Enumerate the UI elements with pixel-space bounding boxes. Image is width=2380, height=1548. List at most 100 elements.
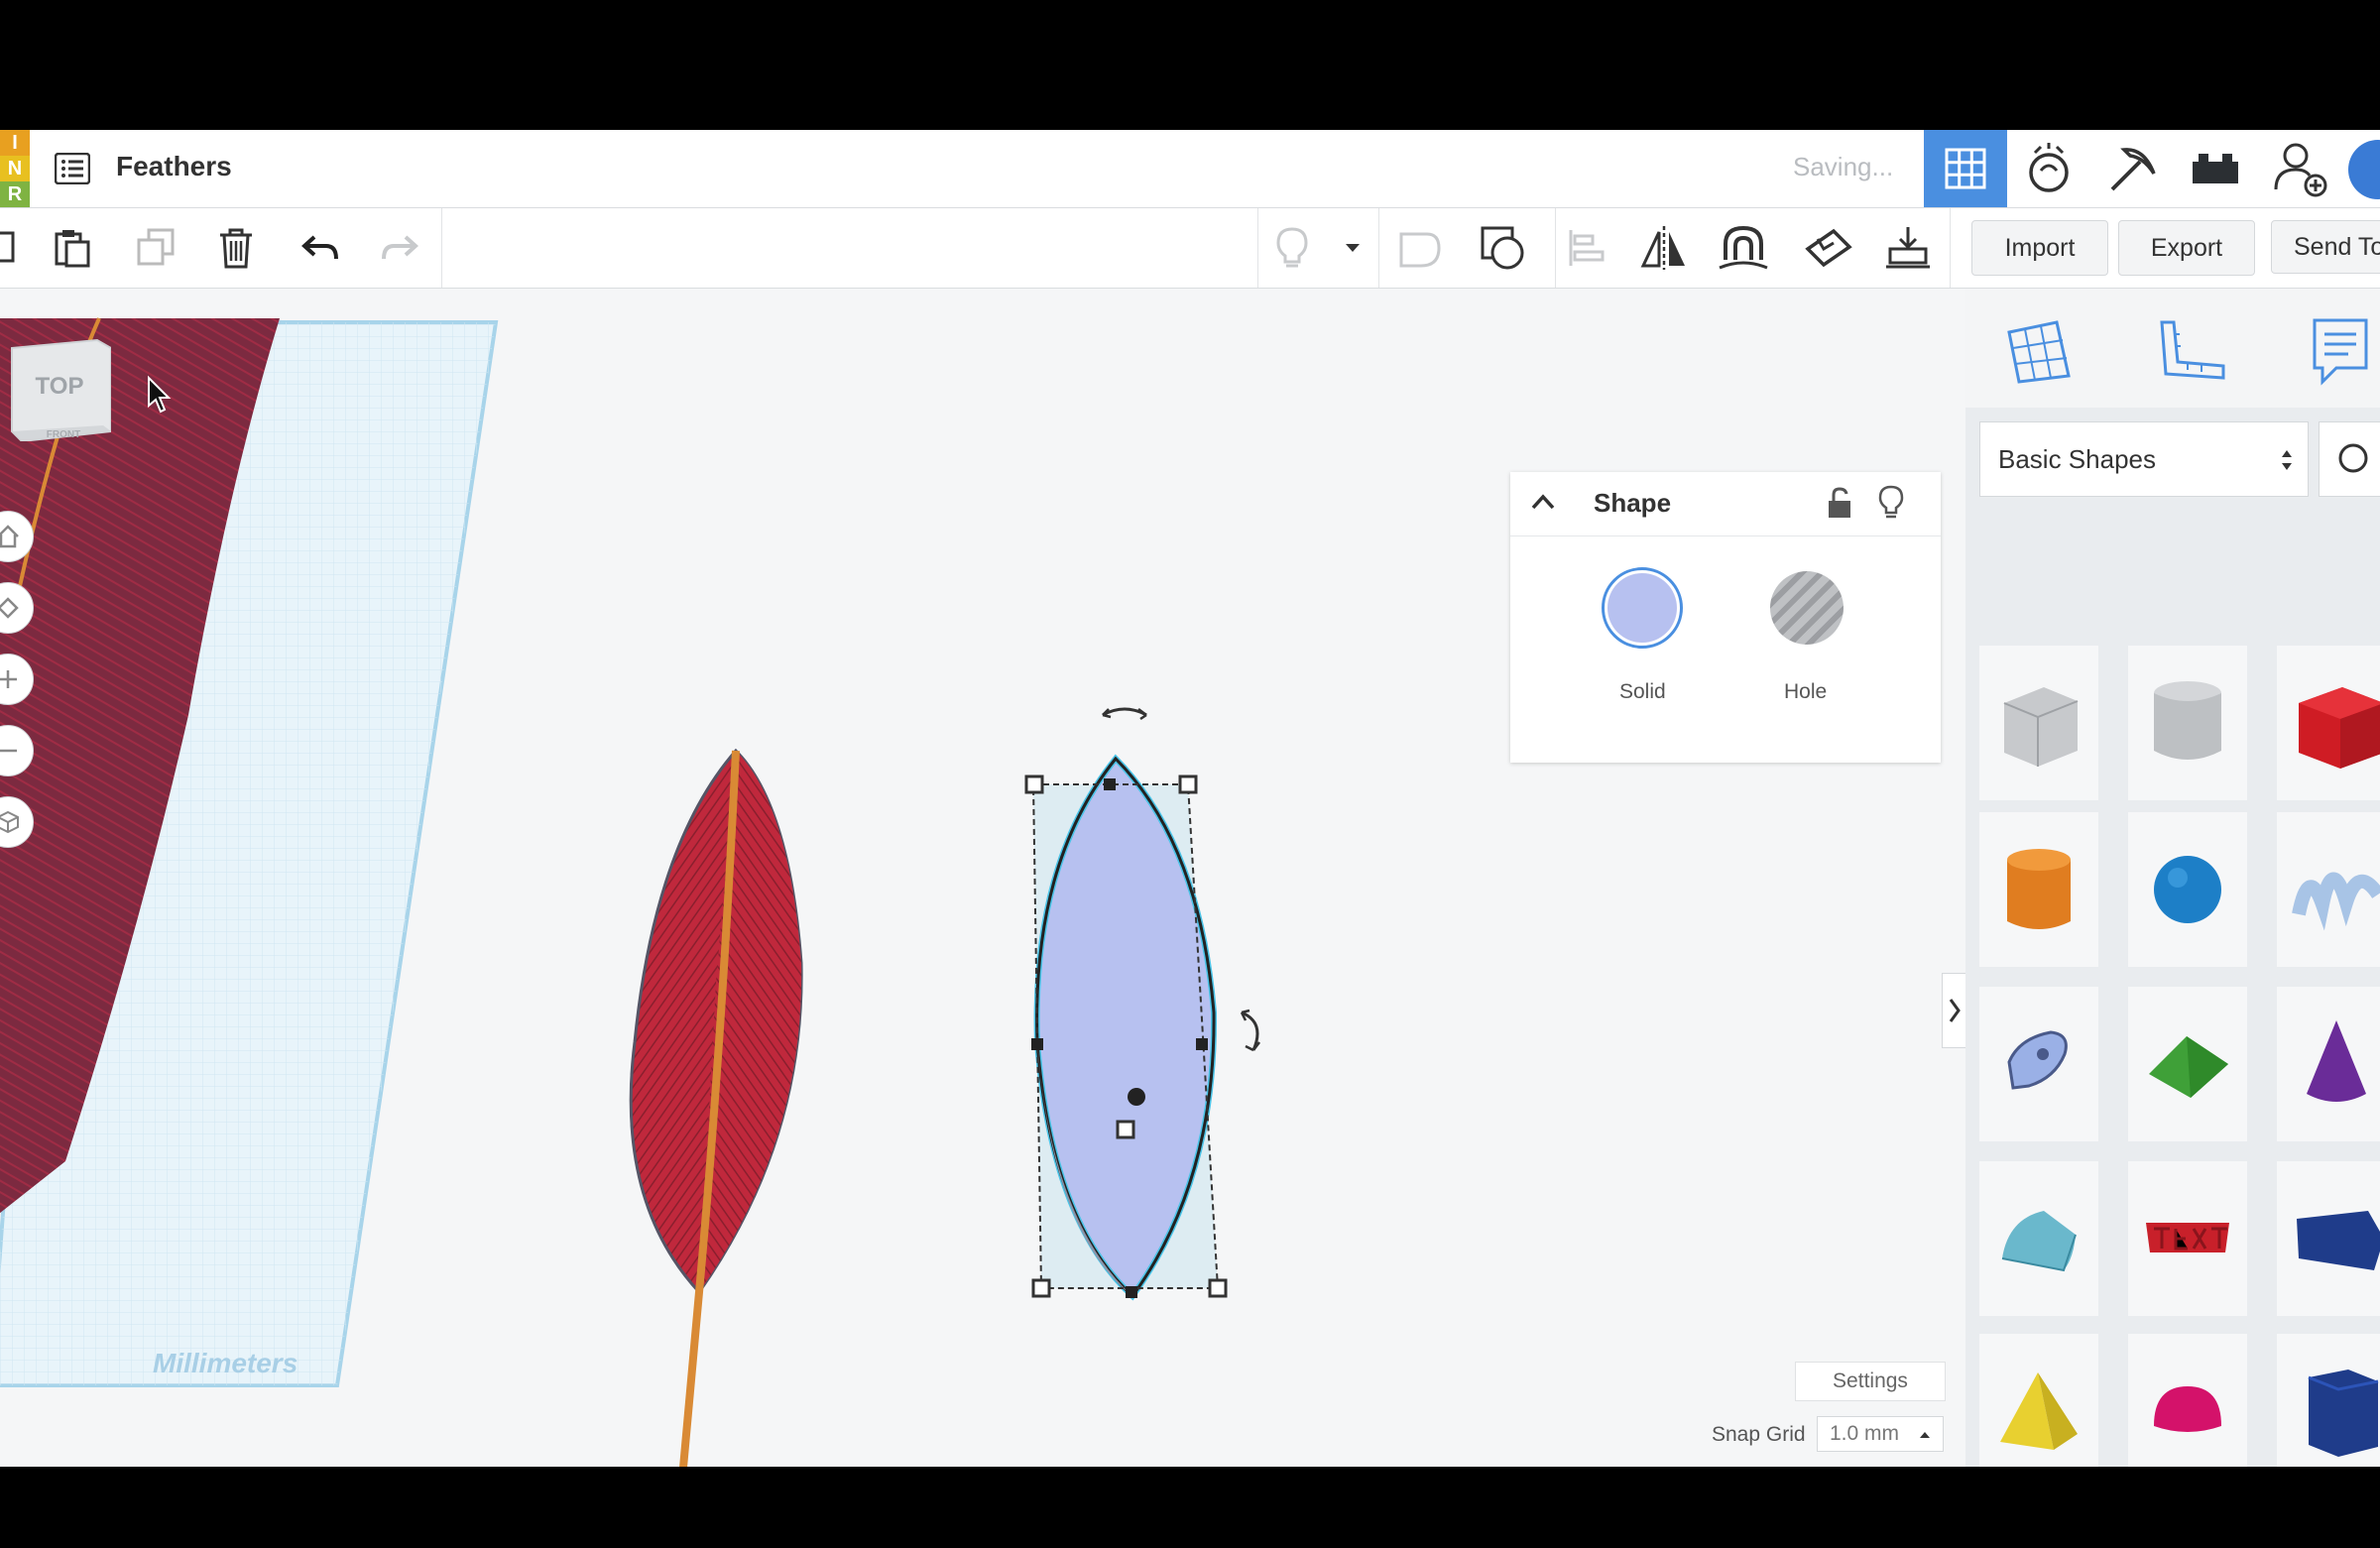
codeblocks-view-button[interactable] <box>2090 130 2174 207</box>
workplane-button[interactable] <box>1801 220 1856 276</box>
undo-icon <box>301 235 338 260</box>
shapes-library-panel: Basic Shapes <box>1965 289 2380 1467</box>
share-user-button[interactable] <box>2259 130 2342 207</box>
shape-tile-round-roof[interactable] <box>1979 1161 2098 1316</box>
undo-button[interactable] <box>293 220 348 276</box>
workplane-grid-icon <box>2007 320 2071 384</box>
mirror-button[interactable] <box>1636 220 1692 276</box>
gallery-icon <box>2029 143 2069 192</box>
settings-button[interactable]: Settings <box>1795 1362 1946 1401</box>
cube-icon <box>0 810 19 834</box>
export-button[interactable]: Export <box>2118 220 2255 276</box>
shape-generator-icon <box>2007 1030 2068 1090</box>
bricks-icon <box>2193 154 2238 183</box>
lock-icon[interactable] <box>1826 486 1855 520</box>
copy-icon <box>0 231 15 263</box>
3d-design-view-button[interactable] <box>1924 130 2007 207</box>
solid-label: Solid <box>1619 680 1666 703</box>
user-avatar[interactable] <box>2348 140 2380 199</box>
solid-color-swatch[interactable] <box>1602 567 1683 649</box>
search-shapes-button[interactable] <box>2319 421 2380 497</box>
caret-down-icon <box>1346 244 1360 252</box>
snap-grid-select[interactable]: 1.0 mm <box>1817 1416 1944 1452</box>
toolbar-divider <box>1257 208 1258 288</box>
visibility-dropdown[interactable] <box>1325 220 1380 276</box>
collapse-panel-button[interactable] <box>1942 973 1966 1048</box>
polygon-icon <box>2308 1369 2379 1457</box>
units-label: Millimeters <box>153 1348 298 1378</box>
magnet-icon <box>1719 225 1768 270</box>
tinkercad-app: I N R Feathers Saving... Import Export S… <box>0 130 2380 1467</box>
shape-panel-header: Shape <box>1510 472 1941 536</box>
align-button[interactable] <box>1559 220 1614 276</box>
toolbar-divider <box>1555 208 1556 288</box>
minus-icon <box>0 749 17 753</box>
redo-button[interactable] <box>372 220 427 276</box>
bricks-view-button[interactable] <box>2174 130 2257 207</box>
mirror-icon <box>1640 226 1685 270</box>
shape-panel-title: Shape <box>1594 488 1672 518</box>
cylinder-icon <box>2007 849 2071 929</box>
view-cube[interactable]: TOP FRONT <box>8 332 112 443</box>
toolbar-divider <box>441 208 442 288</box>
trash-icon <box>220 228 252 269</box>
shape-tile-sphere[interactable] <box>2128 812 2247 967</box>
lightbulb-icon[interactable] <box>1877 484 1905 520</box>
shape-category-select[interactable]: Basic Shapes <box>1979 421 2309 497</box>
list-icon <box>55 153 90 184</box>
note-icon <box>2313 318 2368 386</box>
shape-tile-box-hole[interactable] <box>1979 646 2098 800</box>
workplane-tab[interactable] <box>2005 318 2073 391</box>
import-button[interactable]: Import <box>1971 220 2108 276</box>
shape-tile-half-sphere[interactable] <box>2128 1334 2247 1467</box>
shape-tile-wedge[interactable] <box>2277 1161 2380 1316</box>
ruler-icon <box>2160 320 2225 380</box>
shape-tile-scribble[interactable] <box>2277 812 2380 967</box>
copy-button[interactable] <box>0 220 32 276</box>
shape-tile-polygon[interactable] <box>2277 1334 2380 1467</box>
fit-icon <box>0 597 19 619</box>
drop-to-workplane-icon <box>1886 227 1930 269</box>
snap-grid-value: 1.0 mm <box>1830 1422 1900 1445</box>
chevron-up-icon[interactable] <box>1530 492 1556 512</box>
shape-tile-cone[interactable] <box>2277 987 2380 1141</box>
3d-workplane-canvas[interactable]: TOP FRONT Millimeters Shape Solid Hole S… <box>0 289 1965 1467</box>
box-hole-icon <box>2003 687 2079 767</box>
toolbar-divider <box>1378 208 1379 288</box>
half-sphere-icon <box>2154 1386 2221 1432</box>
viewcube-front-label: FRONT <box>47 429 80 440</box>
shape-tile-roof[interactable] <box>2128 987 2247 1141</box>
blocks-view-button[interactable] <box>2007 130 2090 207</box>
design-menu-button[interactable] <box>52 148 93 189</box>
show-all-button[interactable] <box>1264 220 1320 276</box>
lightbulb-icon <box>1276 227 1308 268</box>
send-to-button[interactable]: Send To <box>2271 220 2380 274</box>
viewcube-top-label: TOP <box>36 373 84 400</box>
caret-up-icon <box>1920 1432 1930 1438</box>
shape-tile-text[interactable] <box>2128 1161 2247 1316</box>
add-user-icon <box>2274 143 2327 197</box>
codeblocks-pickaxe-icon <box>2110 148 2156 191</box>
group-button[interactable] <box>1392 220 1448 276</box>
shape-tile-cylinder-hole[interactable] <box>2128 646 2247 800</box>
ruler-tab[interactable] <box>2156 318 2227 391</box>
round-roof-icon <box>2001 1211 2077 1272</box>
search-icon <box>2338 443 2368 473</box>
cylinder-hole-icon <box>2154 681 2221 760</box>
shape-tile-box[interactable] <box>2277 646 2380 800</box>
delete-button[interactable] <box>208 220 264 276</box>
duplicate-button[interactable] <box>129 220 184 276</box>
scribble-icon <box>2292 872 2380 931</box>
ruler-drop-button[interactable] <box>1880 220 1936 276</box>
redo-icon <box>382 235 418 260</box>
design-title[interactable]: Feathers <box>116 151 232 182</box>
shape-tile-pyramid[interactable] <box>1979 1334 2098 1467</box>
paste-button[interactable] <box>46 220 101 276</box>
cruise-button[interactable] <box>1716 220 1771 276</box>
notes-tab[interactable] <box>2309 316 2372 393</box>
ungroup-button[interactable] <box>1476 220 1531 276</box>
tinkercad-logo[interactable]: I N R <box>0 130 30 207</box>
shape-tile-cylinder[interactable] <box>1979 812 2098 967</box>
hole-swatch[interactable] <box>1770 571 1844 645</box>
shape-tile-shape-generator[interactable] <box>1979 987 2098 1141</box>
